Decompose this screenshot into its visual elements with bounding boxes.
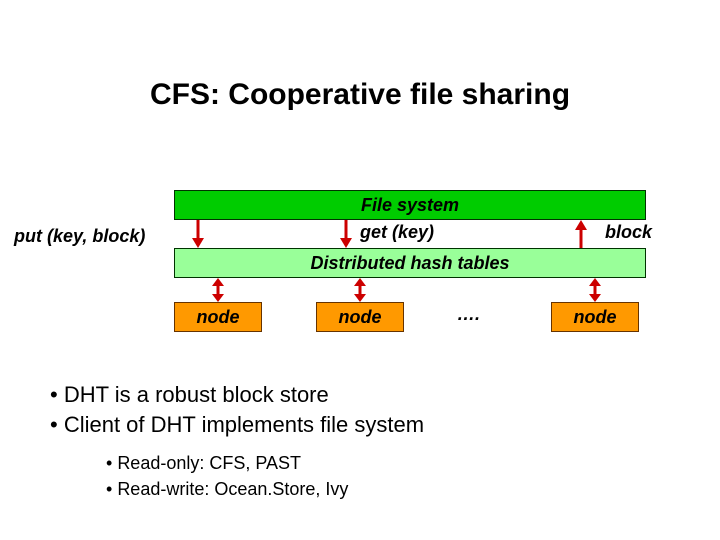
arrow-get-down-icon <box>340 220 352 248</box>
node-ellipsis: …. <box>457 304 480 325</box>
put-label: put (key, block) <box>14 226 145 247</box>
dht-layer-box: Distributed hash tables <box>174 248 646 278</box>
arrow-block-up-icon <box>575 220 587 248</box>
sub-bullet-1: • Read-only: CFS, PAST <box>106 451 424 476</box>
sub-bullet-2: • Read-write: Ocean.Store, Ivy <box>106 477 424 502</box>
node-box-3: node <box>551 302 639 332</box>
bullet-1: • DHT is a robust block store <box>50 380 424 410</box>
arrow-dht-node3-icon <box>589 278 601 302</box>
get-label: get (key) <box>360 222 434 243</box>
sub-bullet-list: • Read-only: CFS, PAST • Read-write: Oce… <box>106 451 424 501</box>
file-system-layer-box: File system <box>174 190 646 220</box>
node-box-2: node <box>316 302 404 332</box>
bullet-2: • Client of DHT implements file system <box>50 410 424 440</box>
arrow-put-down-icon <box>192 220 204 248</box>
page-title: CFS: Cooperative file sharing <box>0 78 720 112</box>
arrow-dht-node2-icon <box>354 278 366 302</box>
bullet-list: • DHT is a robust block store • Client o… <box>50 380 424 502</box>
block-label: block <box>605 222 652 243</box>
node-box-1: node <box>174 302 262 332</box>
arrow-dht-node1-icon <box>212 278 224 302</box>
